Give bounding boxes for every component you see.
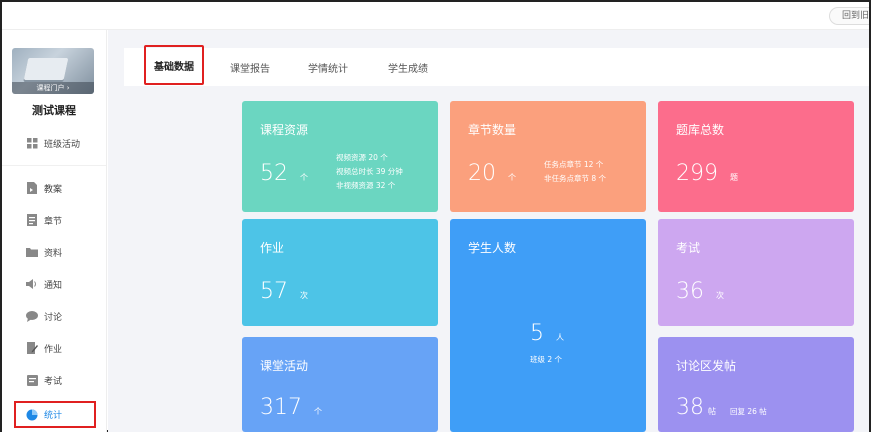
card-title: 课程资源 bbox=[260, 123, 309, 137]
card-details: 任务点章节 12 个 非任务点章节 8 个 bbox=[544, 158, 606, 186]
card-exams[interactable]: 考试 36 次 bbox=[658, 219, 854, 326]
card-value: 57 次 bbox=[260, 279, 308, 304]
detail-task-chapters: 任务点章节 12 个 bbox=[544, 160, 604, 169]
tab-learning-stats[interactable]: 学情统计 bbox=[308, 48, 348, 86]
card-value: 52 个 bbox=[260, 161, 308, 186]
card-value: 20 个 bbox=[468, 161, 516, 186]
card-student-count[interactable]: 学生人数 5人 班级 2 个 bbox=[450, 219, 646, 432]
back-to-old-button[interactable]: 回到旧 bbox=[829, 7, 869, 25]
sidebar-item-label: 通知 bbox=[44, 280, 63, 291]
card-title: 题库总数 bbox=[676, 123, 725, 137]
card-unit: 人 bbox=[556, 333, 564, 342]
sidebar-item-label: 统计 bbox=[44, 411, 63, 421]
card-chapter-count[interactable]: 章节数量 20 个 任务点章节 12 个 非任务点章节 8 个 bbox=[450, 101, 646, 212]
card-unit: 帖 bbox=[708, 407, 716, 416]
sidebar-item-label: 作业 bbox=[44, 344, 63, 355]
card-title: 课堂活动 bbox=[260, 359, 309, 373]
card-details: 视频资源 20 个 视频总时长 39 分钟 非视频资源 32 个 bbox=[336, 151, 403, 193]
sidebar-item-class-activity[interactable]: 班级活动 bbox=[26, 133, 102, 153]
tab-class-report[interactable]: 课堂报告 bbox=[230, 48, 270, 86]
sidebar-item-lesson-plan[interactable]: 教案 bbox=[26, 178, 102, 198]
sidebar-item-label: 章节 bbox=[44, 216, 63, 227]
exam-icon bbox=[26, 374, 38, 386]
sidebar-item-materials[interactable]: 资料 bbox=[26, 242, 102, 262]
card-title: 章节数量 bbox=[468, 123, 517, 137]
laptop-illustration bbox=[23, 58, 69, 80]
card-homework[interactable]: 作业 57 次 bbox=[242, 219, 438, 326]
card-value: 5人 bbox=[530, 321, 564, 346]
card-question-bank[interactable]: 题库总数 299 题 bbox=[658, 101, 854, 212]
card-value: 317 个 bbox=[260, 395, 322, 420]
card-title: 作业 bbox=[260, 241, 285, 255]
sidebar-item-notice[interactable]: 通知 bbox=[26, 274, 102, 294]
tab-basic-data[interactable]: 基础数据 bbox=[144, 45, 204, 85]
card-unit: 个 bbox=[300, 173, 308, 182]
card-forum-posts[interactable]: 讨论区发帖 38 帖 回复 26 帖 bbox=[658, 337, 854, 432]
card-value: 299 题 bbox=[676, 161, 738, 186]
card-title: 学生人数 bbox=[468, 241, 517, 255]
card-class-activities[interactable]: 课堂活动 317 个 bbox=[242, 337, 438, 432]
top-bar: 回到旧 bbox=[2, 2, 869, 30]
sidebar-item-discussion[interactable]: 讨论 bbox=[26, 306, 102, 326]
detail-non-video-resources: 非视频资源 32 个 bbox=[336, 181, 396, 190]
card-unit: 个 bbox=[508, 173, 516, 182]
card-unit: 题 bbox=[730, 173, 738, 182]
sidebar-item-homework[interactable]: 作业 bbox=[26, 338, 102, 358]
folder-icon bbox=[26, 246, 38, 258]
sidebar-item-statistics[interactable]: 统计 bbox=[14, 401, 96, 428]
tab-bar: 基础数据 课堂报告 学情统计 学生成绩 bbox=[124, 45, 869, 86]
card-value: 38 帖 bbox=[676, 395, 716, 420]
course-cover-image[interactable]: 课程门户 › bbox=[12, 48, 94, 94]
sidebar-item-label: 考试 bbox=[44, 376, 63, 387]
card-value: 36 次 bbox=[676, 279, 724, 304]
detail-video-duration: 视频总时长 39 分钟 bbox=[336, 167, 403, 176]
detail-non-task-chapters: 非任务点章节 8 个 bbox=[544, 174, 607, 183]
edit-icon bbox=[26, 342, 38, 354]
sidebar: 课程门户 › 测试课程 班级活动 教案 章节 资料 通知 讨论 作业 考试 统计 bbox=[2, 30, 107, 432]
sidebar-item-label: 班级活动 bbox=[44, 139, 81, 150]
chat-icon bbox=[26, 310, 38, 322]
card-course-resources[interactable]: 课程资源 52 个 视频资源 20 个 视频总时长 39 分钟 非视频资源 32 … bbox=[242, 101, 438, 212]
speaker-icon bbox=[26, 278, 38, 290]
detail-class-count: 班级 2 个 bbox=[530, 355, 563, 364]
card-unit: 个 bbox=[314, 407, 322, 416]
course-name: 测试课程 bbox=[32, 104, 76, 117]
tab-student-grades[interactable]: 学生成绩 bbox=[388, 48, 428, 86]
sidebar-item-exam[interactable]: 考试 bbox=[26, 370, 102, 390]
list-icon bbox=[26, 214, 38, 226]
detail-replies: 回复 26 帖 bbox=[730, 407, 767, 416]
card-unit: 次 bbox=[716, 291, 724, 300]
sidebar-divider bbox=[2, 165, 106, 166]
grid-icon bbox=[26, 137, 38, 149]
sidebar-item-label: 讨论 bbox=[44, 312, 63, 323]
sidebar-item-label: 资料 bbox=[44, 248, 63, 259]
detail-video-resources: 视频资源 20 个 bbox=[336, 153, 388, 162]
sidebar-item-chapters[interactable]: 章节 bbox=[26, 210, 102, 230]
card-unit: 次 bbox=[300, 291, 308, 300]
pie-icon bbox=[26, 409, 38, 421]
card-title: 讨论区发帖 bbox=[676, 359, 737, 373]
sidebar-item-label: 教案 bbox=[44, 184, 63, 195]
doc-icon bbox=[26, 182, 38, 194]
course-portal-link[interactable]: 课程门户 › bbox=[12, 82, 94, 94]
card-title: 考试 bbox=[676, 241, 701, 255]
